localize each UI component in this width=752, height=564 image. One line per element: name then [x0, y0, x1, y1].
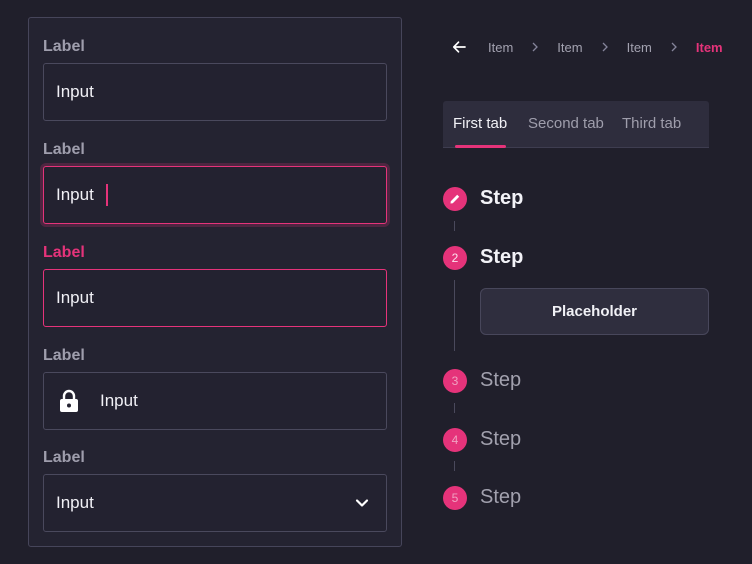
step-1-label: Step	[480, 187, 524, 209]
step-connector	[454, 461, 455, 471]
chevron-down-icon[interactable]	[354, 495, 370, 511]
input-value: Input	[100, 391, 138, 410]
field-label: Label	[43, 347, 85, 364]
step-4-label: Step	[480, 428, 522, 450]
breadcrumb-item-current: Item	[695, 39, 723, 55]
field-label: Label	[43, 38, 85, 55]
text-field: Label Input	[43, 36, 387, 121]
error-text-field: Label Input	[43, 242, 387, 327]
select-field: Label Input	[43, 447, 387, 532]
tab-first[interactable]: First tab	[453, 101, 507, 147]
text-input[interactable]: Input	[43, 63, 387, 121]
step-connector	[454, 221, 455, 231]
select-input[interactable]: Input	[43, 474, 387, 532]
step-5-label: Step	[480, 486, 522, 508]
breadcrumb: Item Item Item Item	[452, 36, 723, 58]
step-2-indicator[interactable]: 2	[443, 246, 467, 270]
app-root: Label Input Label Input Label Input Labe…	[0, 0, 752, 564]
step-1-indicator[interactable]	[443, 187, 467, 211]
placeholder-button[interactable]: Placeholder	[480, 288, 709, 335]
tab-second[interactable]: Second tab	[528, 101, 604, 147]
tab-third[interactable]: Third tab	[622, 101, 681, 147]
lock-icon	[60, 389, 78, 412]
step-connector	[454, 280, 455, 351]
chevron-right-icon	[532, 42, 539, 52]
form-panel: Label Input Label Input Label Input Labe…	[28, 17, 402, 547]
select-value: Input	[56, 493, 94, 512]
pencil-icon	[450, 194, 460, 204]
breadcrumb-item[interactable]: Item	[627, 40, 652, 55]
active-tab-indicator	[455, 145, 506, 148]
chevron-right-icon	[602, 42, 608, 52]
field-label: Label	[43, 141, 85, 158]
breadcrumb-item[interactable]: Item	[488, 40, 513, 55]
field-label: Label	[43, 244, 85, 261]
input-value: Input	[56, 82, 94, 101]
chevron-right-icon	[671, 42, 677, 52]
step-3-label: Step	[480, 369, 522, 391]
focused-text-input[interactable]: Input	[43, 166, 387, 224]
text-caret	[105, 184, 108, 206]
arrow-left-icon[interactable]	[452, 40, 466, 54]
locked-text-input[interactable]: Input	[43, 372, 387, 430]
step-2-label: Step	[480, 246, 524, 268]
breadcrumb-item[interactable]: Item	[557, 40, 582, 55]
tab-bar: First tab Second tab Third tab	[443, 101, 709, 148]
field-label: Label	[43, 449, 85, 466]
focused-text-field: Label Input	[43, 139, 387, 224]
step-connector	[454, 403, 455, 413]
step-4-indicator[interactable]: 4	[443, 428, 467, 452]
input-value: Input	[56, 185, 94, 204]
step-5-indicator[interactable]: 5	[443, 486, 467, 510]
step-3-indicator[interactable]: 3	[443, 369, 467, 393]
input-value: Input	[56, 288, 94, 307]
locked-text-field: Label Input	[43, 345, 387, 430]
error-text-input[interactable]: Input	[43, 269, 387, 327]
